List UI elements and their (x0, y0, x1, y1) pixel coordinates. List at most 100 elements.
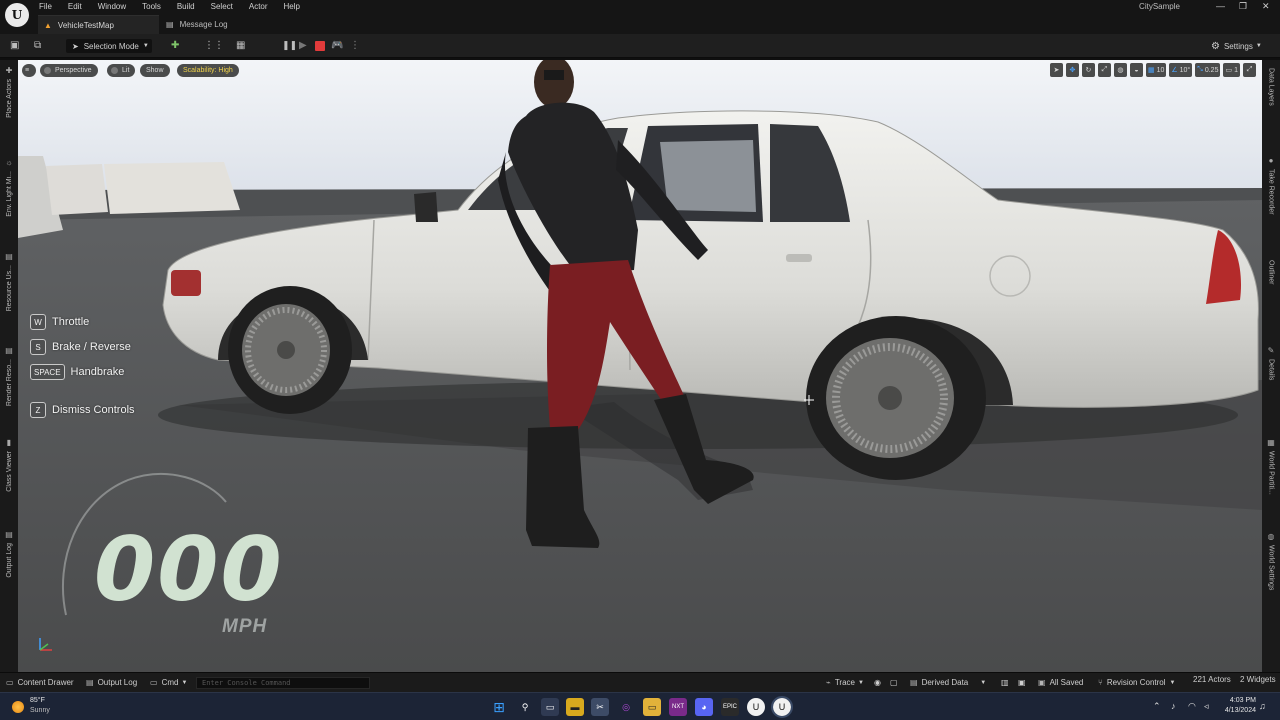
camera-speed-button[interactable]: ▭ 1 (1223, 63, 1240, 77)
control-hint-brake: S Brake / Reverse (30, 339, 131, 355)
main-menu: File Edit Window Tools Build Select Acto… (39, 1, 316, 13)
show-hidden-icons[interactable]: ⌃ (1153, 701, 1161, 712)
sun-icon[interactable] (12, 701, 24, 713)
selection-mode-dropdown[interactable]: ➤ Selection Mode ▼ (66, 39, 152, 53)
scale-tool-icon[interactable]: ⤢ (1097, 63, 1111, 77)
tree-icon: ▮ (6, 438, 12, 447)
possess-icon[interactable]: 🎮 (331, 40, 343, 51)
level-viewport[interactable]: ≡ Perspective Lit Show Scalability: High… (18, 60, 1262, 672)
unreal-engine-icon[interactable]: U (747, 698, 765, 716)
more-options-icon[interactable]: ⋮ (350, 40, 361, 51)
camera-icon (44, 67, 51, 74)
main-toolbar: ▣ ⧉ ➤ Selection Mode ▼ ✚ ⋮⋮ ▦ ❚❚ ▶ 🎮 ⋮ ⚙… (0, 34, 1280, 58)
output-log-tab[interactable]: ▤ Output Log (3, 530, 15, 578)
render-resource-tab[interactable]: ▤ Render Reso... (3, 346, 15, 406)
browse-icon[interactable]: ⧉ (34, 40, 45, 51)
place-actors-tab[interactable]: ✚ Place Actors (3, 66, 15, 118)
rotation-snap-button[interactable]: ∠ 10° (1169, 63, 1193, 77)
menu-select[interactable]: Select (211, 1, 240, 13)
derived-data-dropdown[interactable]: ▤ Derived Data ▼ (910, 678, 986, 687)
save-all-button[interactable]: ▣ All Saved (1038, 678, 1083, 687)
menu-edit[interactable]: Edit (68, 1, 89, 13)
wifi-icon[interactable]: ◠ (1188, 701, 1196, 712)
world-space-icon[interactable]: ◍ (1113, 63, 1127, 77)
task-view-icon[interactable]: ▭ (541, 698, 559, 716)
menu-actor[interactable]: Actor (249, 1, 275, 13)
content-drawer-button[interactable]: ▭ Content Drawer (6, 678, 74, 687)
show-button[interactable]: Show (140, 64, 170, 77)
menu-tools[interactable]: Tools (142, 1, 168, 13)
data-layers-tab[interactable]: Data Layers (1265, 68, 1277, 106)
weather-description[interactable]: Sunny (30, 707, 50, 714)
scalability-button[interactable]: Scalability: High (177, 64, 239, 77)
scale-snap-button[interactable]: ⤡ 0.25 (1195, 63, 1221, 77)
menu-help[interactable]: Help (284, 1, 307, 13)
obs-icon[interactable]: ◎ (617, 698, 635, 716)
clock-date[interactable]: 4/13/2024 (1220, 707, 1256, 714)
file-explorer-icon[interactable]: ▭ (643, 698, 661, 716)
settings-button[interactable]: ⚙ Settings ▼ (1211, 39, 1262, 53)
build-icon[interactable]: ▥ (1001, 678, 1009, 687)
output-log-button[interactable]: ▤ Output Log (86, 678, 137, 687)
cmd-dropdown[interactable]: ▭ Cmd ▼ (150, 678, 187, 687)
world-partition-tab[interactable]: ▦ World Partiti... (1265, 438, 1277, 495)
env-light-mixer-tab[interactable]: ☼ Env. Light Mi... (3, 158, 15, 217)
tab-vehicle-test-map[interactable]: ▲ VehicleTestMap (38, 15, 159, 34)
lit-button[interactable]: Lit (107, 64, 136, 77)
next-app-icon[interactable]: NXT (669, 698, 687, 716)
take-recorder-tab[interactable]: ● Take Recorder (1265, 156, 1277, 215)
blueprint-icon[interactable]: ⋮⋮ (204, 40, 224, 51)
select-tool-icon[interactable]: ➤ (1049, 63, 1063, 77)
surface-snap-icon[interactable]: ◒ (1129, 63, 1143, 77)
maximize-icon[interactable]: ❐ (1239, 1, 1247, 12)
close-icon[interactable]: ✕ (1262, 1, 1270, 12)
grid-icon: ▦ (1147, 67, 1155, 74)
globe-icon: ◍ (1267, 532, 1275, 541)
discord-icon[interactable]: ◕ (695, 698, 713, 716)
record-icon[interactable]: ◉ (874, 678, 881, 687)
notification-bell-icon[interactable]: ♫ (1259, 701, 1266, 711)
sticky-notes-icon[interactable]: ▬ (566, 698, 584, 716)
speedometer-unit: MPH (222, 616, 268, 637)
revision-control-dropdown[interactable]: ⑂ Revision Control ▼ (1098, 678, 1175, 687)
save-icon[interactable]: ▣ (10, 40, 21, 51)
clock-time[interactable]: 4:03 PM (1222, 697, 1256, 704)
control-hint-dismiss: Z Dismiss Controls (30, 402, 135, 418)
pause-icon[interactable]: ❚❚ (282, 40, 297, 51)
weather-temperature[interactable]: 85°F (30, 697, 45, 704)
rotate-tool-icon[interactable]: ↻ (1081, 63, 1095, 77)
epic-games-icon[interactable]: EPIC (721, 698, 739, 716)
perspective-button[interactable]: Perspective (40, 64, 98, 77)
source-control-icon[interactable]: ▣ (1018, 678, 1026, 687)
translate-tool-icon[interactable]: ✥ (1065, 63, 1079, 77)
outliner-tab[interactable]: Outliner (1265, 260, 1277, 285)
tab-message-log[interactable]: ▤ Message Log (160, 15, 260, 34)
cinematics-icon[interactable]: ▦ (236, 40, 247, 51)
minimize-icon[interactable]: — (1216, 1, 1225, 11)
maximize-viewport-icon[interactable]: ⤢ (1243, 63, 1256, 77)
menu-file[interactable]: File (39, 1, 59, 13)
add-actor-icon[interactable]: ✚ (171, 40, 182, 51)
microphone-icon[interactable]: ♪ (1171, 701, 1176, 711)
unreal-editor-active-icon[interactable]: U (771, 696, 793, 718)
search-icon[interactable]: ⚲ (516, 698, 534, 716)
stop-icon[interactable] (315, 41, 325, 51)
save-icon: ▣ (1038, 678, 1046, 687)
resource-usage-tab[interactable]: ▤ Resource Us... (3, 252, 15, 311)
world-settings-tab[interactable]: ◍ World Settings (1265, 532, 1277, 590)
details-tab[interactable]: ✎ Details (1265, 346, 1277, 380)
grid-snap-button[interactable]: ▦ 10 (1145, 63, 1167, 77)
windows-start-icon[interactable]: ⊞ (490, 698, 508, 716)
console-command-input[interactable]: Enter Console Command (196, 677, 370, 689)
menu-window[interactable]: Window (98, 1, 133, 13)
class-viewer-tab[interactable]: ▮ Class Viewer (3, 438, 15, 492)
step-icon[interactable]: ▶ (299, 40, 310, 51)
insights-icon[interactable]: ▢ (890, 678, 898, 687)
viewport-menu-button[interactable]: ≡ (22, 64, 36, 77)
snipping-tool-icon[interactable]: ✂ (591, 698, 609, 716)
unreal-logo-icon[interactable]: U (5, 3, 29, 27)
volume-icon[interactable]: ◃ (1204, 701, 1209, 712)
trace-dropdown[interactable]: ⌁ Trace ▼ (826, 678, 864, 687)
menu-build[interactable]: Build (177, 1, 202, 13)
barrier-2 (104, 162, 240, 214)
